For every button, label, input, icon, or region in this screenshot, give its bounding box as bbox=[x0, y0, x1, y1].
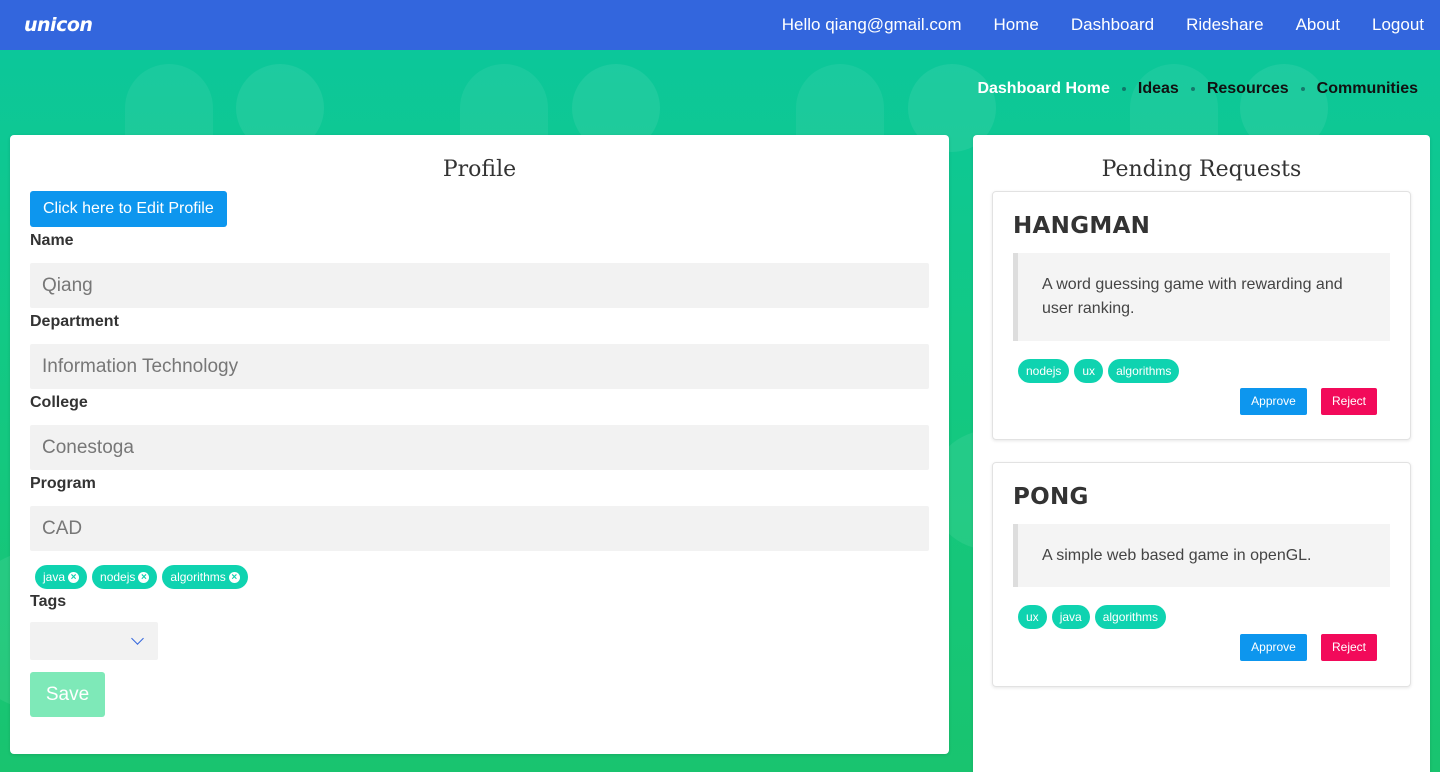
tags-label: Tags bbox=[30, 593, 67, 610]
brand-logo[interactable]: unicon bbox=[24, 14, 93, 36]
tag-chip: ux bbox=[1018, 605, 1047, 629]
approve-button[interactable]: Approve bbox=[1240, 388, 1307, 415]
pending-requests-title: Pending Requests bbox=[1101, 157, 1302, 182]
remove-tag-icon[interactable]: × bbox=[228, 571, 240, 583]
nav-greeting[interactable]: Hello qiang@gmail.com bbox=[782, 15, 962, 35]
request-tags: nodejs ux algorithms bbox=[1013, 359, 1390, 383]
pending-requests-card: Pending Requests HANGMAN A word guessing… bbox=[973, 135, 1430, 772]
nav-about[interactable]: About bbox=[1296, 15, 1340, 35]
college-field[interactable]: Conestoga bbox=[30, 425, 929, 470]
subnav-ideas[interactable]: Ideas bbox=[1138, 80, 1179, 98]
nav-links: Hello qiang@gmail.com Home Dashboard Rid… bbox=[782, 15, 1424, 35]
tag-label: java bbox=[43, 570, 66, 584]
tag-chip: ux bbox=[1074, 359, 1104, 383]
request-item: HANGMAN A word guessing game with reward… bbox=[992, 191, 1411, 440]
nav-home[interactable]: Home bbox=[994, 15, 1039, 35]
tag-label: nodejs bbox=[100, 570, 136, 584]
request-description: A simple web based game in openGL. bbox=[1013, 524, 1390, 587]
profile-title: Profile bbox=[442, 157, 517, 182]
remove-tag-icon[interactable]: × bbox=[138, 571, 150, 583]
department-label: Department bbox=[30, 313, 119, 330]
profile-card: Profile Click here to Edit Profile Name … bbox=[10, 135, 949, 754]
tag-chip: algorithms bbox=[1108, 359, 1180, 383]
save-button[interactable]: Save bbox=[30, 672, 105, 717]
subnav-resources[interactable]: Resources bbox=[1207, 80, 1289, 98]
edit-profile-button[interactable]: Click here to Edit Profile bbox=[30, 191, 227, 227]
subnav-communities[interactable]: Communities bbox=[1317, 80, 1418, 98]
nav-logout[interactable]: Logout bbox=[1372, 15, 1424, 35]
tags-select[interactable] bbox=[30, 622, 158, 660]
separator-dot bbox=[1190, 87, 1195, 91]
tag-chip: nodejs bbox=[1018, 359, 1070, 383]
tag-chip: algorithms bbox=[1094, 605, 1167, 629]
request-tags: ux java algorithms bbox=[1013, 605, 1390, 629]
reject-button[interactable]: Reject bbox=[1321, 634, 1377, 661]
name-label: Name bbox=[30, 232, 74, 249]
nav-dashboard[interactable]: Dashboard bbox=[1071, 15, 1154, 35]
subnav-dashboard-home[interactable]: Dashboard Home bbox=[977, 80, 1109, 98]
request-item: PONG A simple web based game in openGL. … bbox=[992, 462, 1411, 687]
nav-rideshare[interactable]: Rideshare bbox=[1186, 15, 1264, 35]
top-navbar: unicon Hello qiang@gmail.com Home Dashbo… bbox=[0, 0, 1440, 50]
name-field[interactable]: Qiang bbox=[30, 263, 929, 308]
tag-chip: nodejs × bbox=[92, 565, 158, 589]
separator-dot bbox=[1121, 87, 1126, 91]
request-name: PONG bbox=[1013, 484, 1089, 510]
request-actions: Approve Reject bbox=[1240, 388, 1377, 415]
selected-tags: java × nodejs × algorithms × bbox=[30, 565, 929, 589]
approve-button[interactable]: Approve bbox=[1240, 634, 1307, 661]
request-name: HANGMAN bbox=[1013, 213, 1151, 239]
department-field[interactable]: Information Technology bbox=[30, 344, 929, 389]
tag-chip: algorithms × bbox=[162, 565, 248, 589]
dashboard-subnav: Dashboard Home Ideas Resources Communiti… bbox=[977, 80, 1418, 98]
program-label: Program bbox=[30, 475, 96, 492]
college-label: College bbox=[30, 394, 88, 411]
chevron-down-icon bbox=[131, 632, 144, 645]
tag-label: algorithms bbox=[170, 570, 226, 584]
tag-chip: java bbox=[1051, 605, 1090, 629]
request-description: A word guessing game with rewarding and … bbox=[1013, 253, 1390, 341]
program-field[interactable]: CAD bbox=[30, 506, 929, 551]
request-actions: Approve Reject bbox=[1240, 634, 1377, 661]
separator-dot bbox=[1300, 87, 1305, 91]
remove-tag-icon[interactable]: × bbox=[68, 571, 80, 583]
reject-button[interactable]: Reject bbox=[1321, 388, 1377, 415]
tag-chip: java × bbox=[35, 565, 88, 589]
